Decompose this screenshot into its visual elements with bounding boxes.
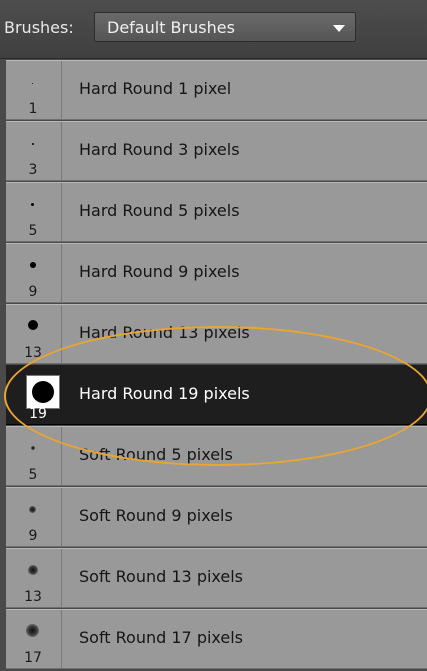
- brush-name: Hard Round 1 pixel: [79, 79, 232, 98]
- brush-name: Soft Round 9 pixels: [79, 506, 233, 525]
- brush-thumbnail: 13: [6, 549, 62, 607]
- brush-tip-icon: [28, 320, 38, 330]
- brush-name: Hard Round 13 pixels: [79, 323, 250, 342]
- brush-name: Soft Round 17 pixels: [79, 628, 244, 647]
- brush-row-hard-round-19[interactable]: 19 Hard Round 19 pixels: [6, 365, 427, 425]
- brush-preset-dropdown[interactable]: Default Brushes: [94, 12, 356, 42]
- brush-size: 9: [28, 284, 38, 300]
- brush-tip-icon: [29, 506, 36, 513]
- brush-thumbnail: 19: [6, 366, 62, 424]
- brush-tip-icon: [32, 381, 54, 403]
- brush-name: Hard Round 5 pixels: [79, 201, 240, 220]
- brush-size: 13: [24, 589, 42, 605]
- brush-row-soft-round-9[interactable]: 9 Soft Round 9 pixels: [6, 487, 427, 547]
- brush-preview-box: [26, 375, 60, 409]
- brush-row-soft-round-13[interactable]: 13 Soft Round 13 pixels: [6, 548, 427, 608]
- brush-size: 19: [29, 406, 47, 422]
- brush-size: 13: [24, 345, 42, 361]
- brush-tip-icon: [32, 143, 34, 145]
- brush-name: Soft Round 13 pixels: [79, 567, 244, 586]
- brush-row-hard-round-1[interactable]: 1 Hard Round 1 pixel: [6, 60, 427, 120]
- brush-size: 17: [24, 650, 42, 666]
- brush-name: Hard Round 3 pixels: [79, 140, 240, 159]
- brush-row-soft-round-17[interactable]: 17 Soft Round 17 pixels: [6, 609, 427, 669]
- brush-row-soft-round-5[interactable]: 5 Soft Round 5 pixels: [6, 426, 427, 486]
- brush-tip-icon: [31, 446, 35, 450]
- brush-thumbnail: 5: [6, 183, 62, 241]
- brush-size: 5: [28, 223, 38, 239]
- brushes-label: Brushes:: [4, 18, 74, 37]
- brush-row-hard-round-9[interactable]: 9 Hard Round 9 pixels: [6, 243, 427, 303]
- brush-thumbnail: 13: [6, 305, 62, 363]
- brush-tip-icon: [26, 624, 39, 637]
- brush-tip-icon: [30, 262, 36, 268]
- brush-tip-icon: [32, 83, 33, 84]
- brush-name: Hard Round 19 pixels: [79, 384, 250, 403]
- brush-row-hard-round-5[interactable]: 5 Hard Round 5 pixels: [6, 182, 427, 242]
- brush-list: 1 Hard Round 1 pixel 3 Hard Round 3 pixe…: [6, 60, 427, 671]
- brush-name: Soft Round 5 pixels: [79, 445, 233, 464]
- brushes-panel: Brushes: Default Brushes 1 Hard Round 1 …: [0, 0, 427, 671]
- brush-thumbnail: 5: [6, 427, 62, 485]
- brush-size: 1: [28, 101, 38, 117]
- brush-thumbnail: 17: [6, 610, 62, 668]
- brush-size: 3: [28, 162, 38, 178]
- brush-tip-icon: [31, 203, 34, 206]
- brush-name: Hard Round 9 pixels: [79, 262, 240, 281]
- brush-thumbnail: 9: [6, 244, 62, 302]
- brushes-header: Brushes: Default Brushes: [0, 0, 427, 59]
- brush-thumbnail: 3: [6, 122, 62, 180]
- brush-size: 9: [28, 528, 38, 544]
- brush-row-hard-round-3[interactable]: 3 Hard Round 3 pixels: [6, 121, 427, 181]
- brush-size: 5: [28, 467, 38, 483]
- brush-row-hard-round-13[interactable]: 13 Hard Round 13 pixels: [6, 304, 427, 364]
- brush-preset-value: Default Brushes: [107, 18, 235, 37]
- brush-tip-icon: [28, 565, 38, 575]
- brush-thumbnail: 1: [6, 61, 62, 119]
- chevron-down-icon: [333, 25, 345, 32]
- brush-thumbnail: 9: [6, 488, 62, 546]
